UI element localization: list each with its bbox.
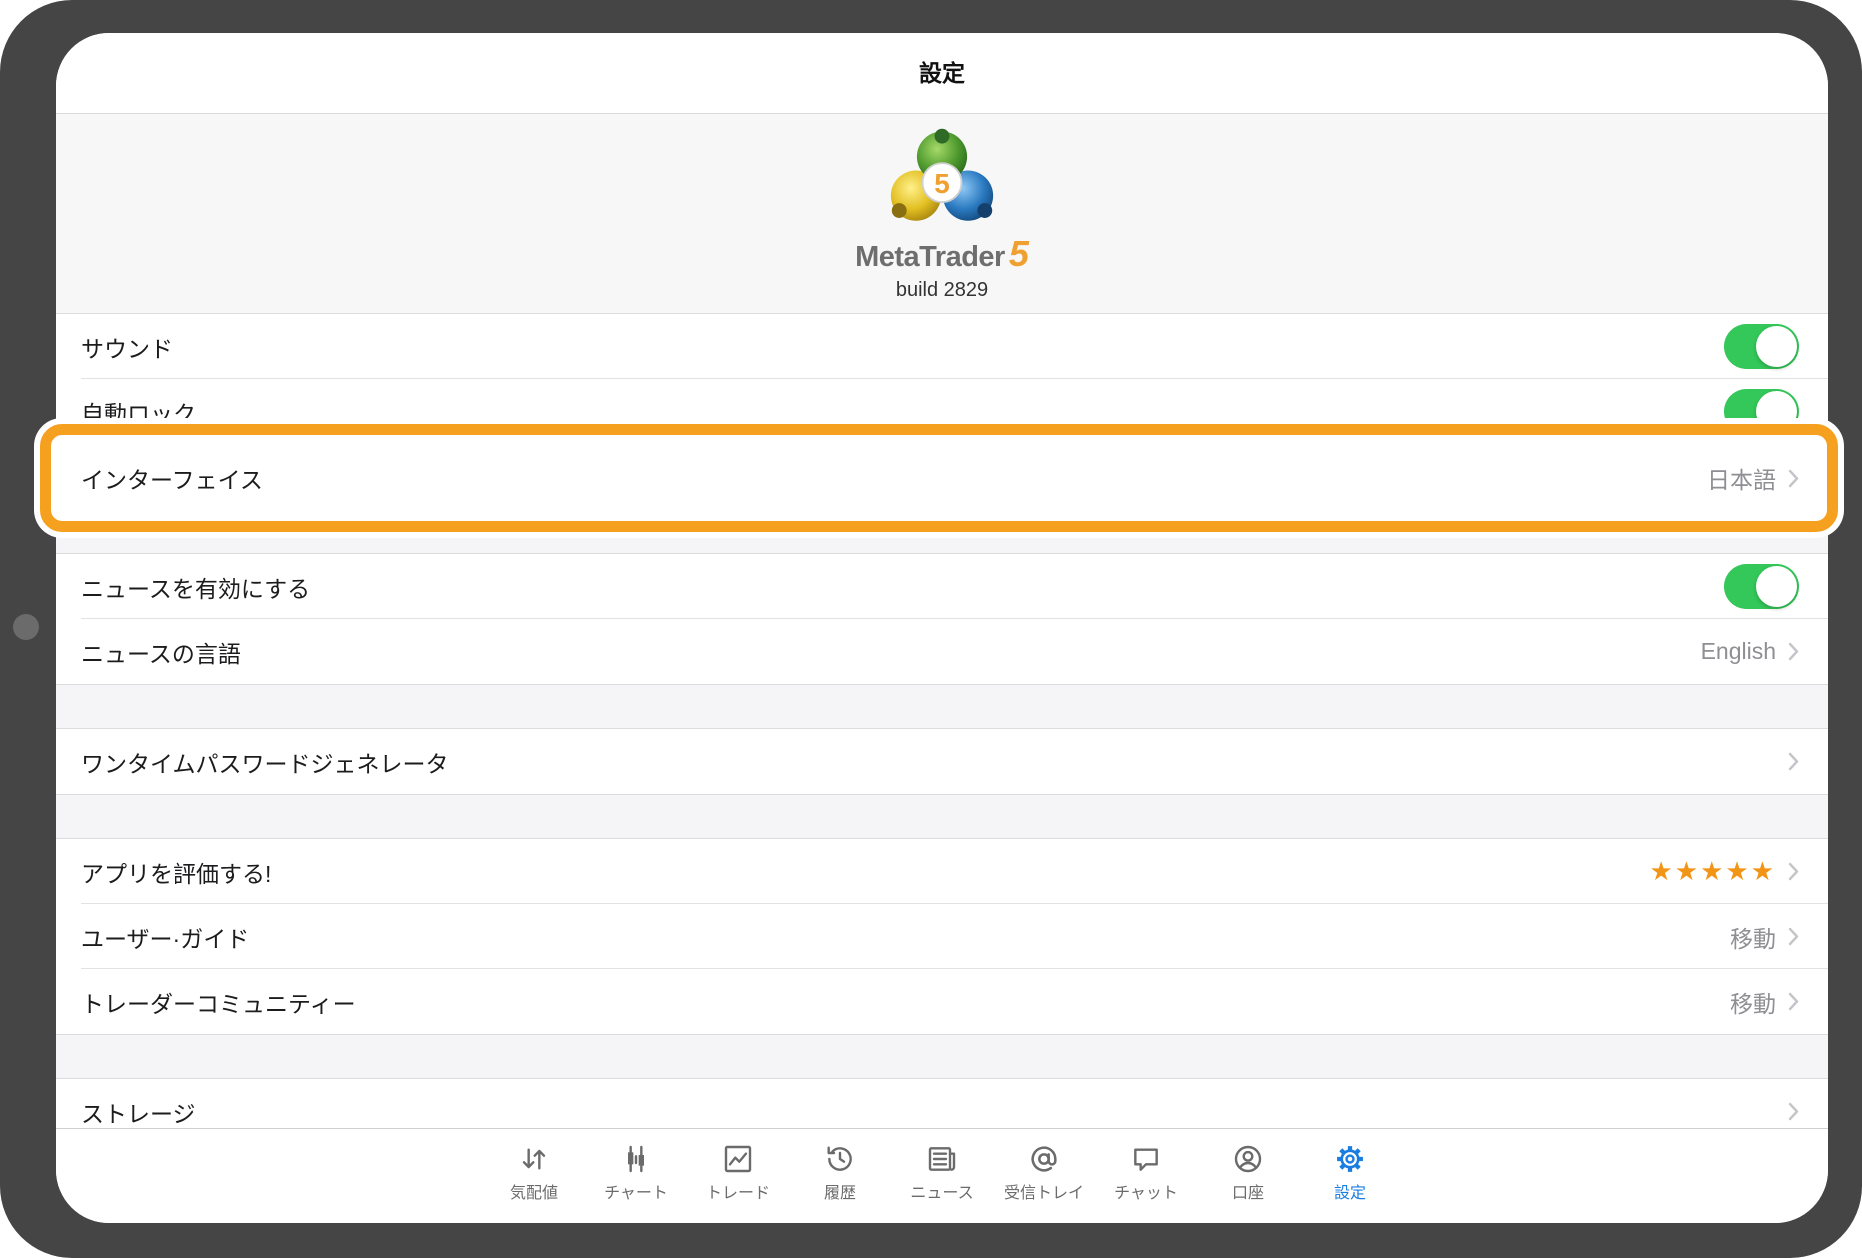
chevron-right-icon [1788,1102,1799,1121]
brand-name: MetaTrader [855,241,1005,273]
tab-label: 気配値 [509,1185,558,1202]
tab-chat[interactable]: チャット [1095,1129,1197,1223]
page-title: 設定 [56,33,1828,114]
chevron-right-icon [1788,752,1799,771]
section-gap [56,684,1828,729]
settings-row-user-guide[interactable]: ユーザー·ガイド 移動 [56,904,1828,969]
interface-language-value: 日本語 [1707,467,1776,493]
tab-label: 口座 [1231,1185,1264,1202]
section-gap [56,1034,1828,1079]
tab-chart[interactable]: チャート [585,1129,687,1223]
home-button[interactable] [13,614,39,640]
settings-row-sound: サウンド [56,314,1828,379]
rating-stars: ★★★★★ [1649,856,1776,887]
tab-trade[interactable]: トレード [687,1129,789,1223]
quotes-icon [522,1148,546,1170]
tab-label: チャット [1114,1185,1178,1202]
tab-inbox[interactable]: 受信トレイ [993,1129,1095,1223]
bottom-tab-bar: 気配値 チャート トレード 履歴 ニュース 受信トレイ チャット 口座 設定 [56,1128,1828,1223]
metatrader-logo: 5 [890,128,994,221]
tab-label: トレード [705,1185,770,1202]
rate-app-label: アプリを評価する! [81,860,272,887]
trade-icon [724,1145,752,1173]
interface-label: インターフェイス [81,467,263,493]
news-language-label: ニュースの言語 [81,640,241,667]
chevron-right-icon [1788,862,1799,881]
toggle-knob [1756,566,1797,607]
news-icon [928,1147,956,1171]
toggle-knob [1756,326,1797,367]
tab-label: ニュース [910,1185,974,1202]
storage-label: ストレージ [81,1100,196,1127]
otp-generator-label: ワンタイムパスワードジェネレータ [81,750,449,777]
settings-row-rate-app[interactable]: アプリを評価する! ★★★★★ [56,839,1828,904]
history-icon [827,1146,852,1171]
sound-toggle[interactable] [1724,324,1799,369]
tab-settings[interactable]: 設定 [1299,1129,1401,1223]
chevron-right-icon [1788,992,1799,1011]
settings-row-otp-generator[interactable]: ワンタイムパスワードジェネレータ [56,729,1828,794]
tab-label: チャート [604,1185,668,1202]
app-screen: 設定 5 MetaTrader 5 build 2829 サウンド 自動ロック … [56,33,1828,1223]
user-guide-value: 移動 [1730,925,1776,952]
tab-label: 受信トレイ [1003,1185,1084,1202]
settings-row-news-language[interactable]: ニュースの言語 English [56,619,1828,684]
tab-quotes[interactable]: 気配値 [483,1129,585,1223]
section-gap [56,794,1828,839]
sound-label: サウンド [81,335,173,362]
chevron-right-icon [1788,642,1799,661]
tab-label: 履歴 [823,1185,856,1202]
settings-gear-icon [1337,1146,1363,1172]
brand-number: 5 [1008,233,1029,274]
news-enabled-toggle[interactable] [1724,564,1799,609]
tab-label: 設定 [1333,1185,1366,1202]
account-icon [1234,1145,1262,1173]
trader-community-label: トレーダーコミュニティー [81,990,356,1017]
tab-account[interactable]: 口座 [1197,1129,1299,1223]
tab-news[interactable]: ニュース [891,1129,993,1223]
tab-history[interactable]: 履歴 [789,1129,891,1223]
user-guide-label: ユーザー·ガイド [81,925,250,952]
news-language-value: English [1700,638,1776,664]
brand-wordmark: MetaTrader 5 [56,232,1828,276]
tablet-frame: 設定 5 MetaTrader 5 build 2829 サウンド 自動ロック … [0,0,1862,1258]
logo-badge-number: 5 [934,168,950,199]
settings-row-news-enabled: ニュースを有効にする [56,554,1828,619]
chevron-right-icon [1788,469,1799,487]
trader-community-value: 移動 [1730,990,1776,1017]
chat-icon [1134,1148,1158,1171]
app-info-header: 5 MetaTrader 5 build 2829 [56,114,1828,314]
chart-icon [628,1145,644,1173]
build-number: build 2829 [895,279,989,301]
chevron-right-icon [1788,927,1799,946]
settings-row-trader-community[interactable]: トレーダーコミュニティー 移動 [56,969,1828,1034]
settings-row-interface[interactable]: インターフェイス 日本語 [40,424,1838,532]
news-enabled-label: ニュースを有効にする [81,575,311,602]
inbox-icon [1031,1146,1057,1172]
